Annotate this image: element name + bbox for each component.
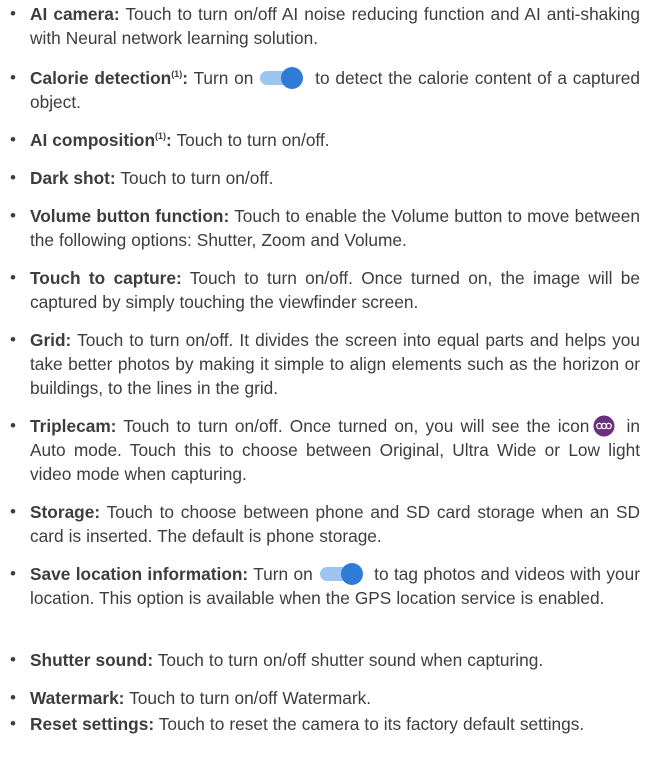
bullet: • (10, 416, 16, 435)
item-text: Touch to reset the camera to its factory… (158, 714, 585, 734)
item-term-colon: : (182, 68, 188, 88)
item-text: Touch to turn on/off. (120, 168, 274, 188)
footnote-marker: (1) (155, 131, 167, 141)
item-term: Dark shot: (30, 168, 116, 188)
item-text: Touch to turn on/off shutter sound when … (157, 650, 544, 670)
item-term-colon: : (166, 130, 172, 150)
bullet: • (10, 130, 16, 149)
list-item-watermark: • Watermark: Touch to turn on/off Waterm… (0, 686, 652, 710)
bullet: • (10, 268, 16, 287)
list-item-ai-composition: • AI composition(1): Touch to turn on/of… (0, 128, 652, 152)
item-body: Calorie detection(1): Turn on to detect … (30, 66, 640, 114)
toggle-switch-on-icon (317, 563, 365, 585)
item-term: Grid: (30, 330, 72, 350)
list-item-ai-camera: • AI camera: Touch to turn on/off AI noi… (0, 2, 652, 50)
list-item-save-location-information: • Save location information: Turn on to … (0, 562, 652, 610)
item-body: Shutter sound: Touch to turn on/off shut… (30, 648, 640, 672)
item-term: AI composition (30, 130, 156, 150)
item-term: Touch to capture: (30, 268, 182, 288)
list-item-storage: • Storage: Touch to choose between phone… (0, 500, 652, 548)
item-body: Watermark: Touch to turn on/off Watermar… (30, 686, 640, 710)
item-body: AI composition(1): Touch to turn on/off. (30, 128, 640, 152)
item-body: Touch to capture: Touch to turn on/off. … (30, 266, 640, 314)
list-item-grid: • Grid: Touch to turn on/off. It divides… (0, 328, 652, 400)
settings-description-list: • AI camera: Touch to turn on/off AI noi… (0, 0, 652, 760)
item-text-before: Turn on (253, 564, 313, 584)
list-item-volume-button-function: • Volume button function: Touch to enabl… (0, 204, 652, 252)
bullet: • (10, 688, 16, 707)
item-body: Storage: Touch to choose between phone a… (30, 500, 640, 548)
bullet: • (10, 4, 16, 23)
footnote-marker: (1) (171, 69, 183, 79)
item-term: Storage: (30, 502, 101, 522)
bullet: • (10, 714, 16, 733)
item-term: Reset settings: (30, 714, 155, 734)
item-body: Dark shot: Touch to turn on/off. (30, 166, 640, 190)
bullet: • (10, 68, 16, 87)
item-body: Triplecam: Touch to turn on/off. Once tu… (30, 414, 640, 486)
list-item-calorie-detection: • Calorie detection(1): Turn on to detec… (0, 66, 652, 114)
item-text-before: Turn on (193, 68, 254, 88)
list-item-triplecam: • Triplecam: Touch to turn on/off. Once … (0, 414, 652, 486)
bullet: • (10, 330, 16, 349)
item-body: Save location information: Turn on to ta… (30, 562, 640, 610)
list-item-shutter-sound: • Shutter sound: Touch to turn on/off sh… (0, 648, 652, 672)
bullet: • (10, 206, 16, 225)
list-item-reset-settings: • Reset settings: Touch to reset the cam… (0, 712, 652, 736)
item-term: Shutter sound: (30, 650, 154, 670)
item-term: Watermark: (30, 688, 125, 708)
item-term: Volume button function: (30, 206, 230, 226)
item-term: AI camera: (30, 4, 120, 24)
item-term: Triplecam: (30, 416, 117, 436)
item-text: Touch to turn on/off. (176, 130, 330, 150)
list-item-dark-shot: • Dark shot: Touch to turn on/off. (0, 166, 652, 190)
item-term: Calorie detection (30, 68, 172, 88)
item-text: Touch to turn on/off AI noise reducing f… (30, 4, 640, 48)
bullet: • (10, 168, 16, 187)
item-body: Volume button function: Touch to enable … (30, 204, 640, 252)
item-text: Touch to turn on/off Watermark. (129, 688, 372, 708)
bullet: • (10, 502, 16, 521)
item-body: Reset settings: Touch to reset the camer… (30, 712, 640, 736)
list-item-touch-to-capture: • Touch to capture: Touch to turn on/off… (0, 266, 652, 314)
item-body: AI camera: Touch to turn on/off AI noise… (30, 2, 640, 50)
bullet: • (10, 564, 16, 583)
bullet: • (10, 650, 16, 669)
item-body: Grid: Touch to turn on/off. It divides t… (30, 328, 640, 400)
item-term: Save location information: (30, 564, 249, 584)
toggle-switch-on-icon (257, 67, 305, 89)
item-text: Touch to turn on/off. It divides the scr… (30, 330, 640, 398)
triplecam-icon (593, 415, 615, 437)
item-text-before: Touch to turn on/off. Once turned on, yo… (123, 416, 590, 436)
item-text: Touch to choose between phone and SD car… (30, 502, 640, 546)
